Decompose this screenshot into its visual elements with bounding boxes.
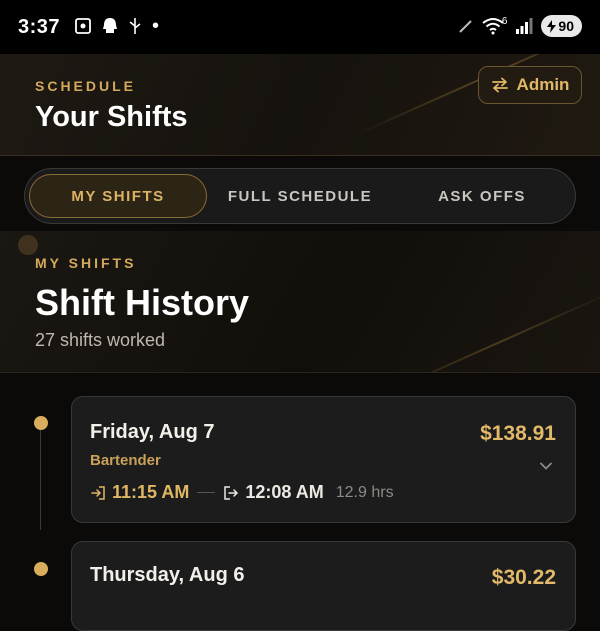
shift-amount: $30.22 <box>491 566 556 589</box>
shift-card[interactable]: Friday, Aug 7 Bartender $138.91 11:15 AM… <box>71 396 576 523</box>
clock-in-icon <box>91 485 105 500</box>
signal-icon <box>516 18 533 34</box>
segmented-tabs: MY SHIFTS FULL SCHEDULE ASK OFFS <box>24 168 576 224</box>
admin-label: Admin <box>516 75 570 94</box>
shift-history-header: MY SHIFTS Shift History 27 shifts worked <box>0 231 600 373</box>
shift-role: Bartender <box>90 452 161 469</box>
history-eyebrow: MY SHIFTS <box>35 255 137 271</box>
shift-card[interactable]: Thursday, Aug 6 $30.22 <box>71 541 576 631</box>
charging-bolt-icon <box>547 19 557 33</box>
clock-in-time: 11:15 AM <box>112 482 190 502</box>
admin-button[interactable]: Admin <box>478 66 582 104</box>
shift-amount: $138.91 <box>480 422 556 445</box>
ghost-icon <box>103 18 117 33</box>
usb-icon <box>129 18 141 34</box>
dot-icon: • <box>152 15 160 37</box>
pen-icon <box>459 20 472 33</box>
clock-out-time: 12:08 AM <box>245 482 324 502</box>
shift-count: 27 shifts worked <box>35 330 166 350</box>
status-time: 3:37 <box>18 16 61 38</box>
timeline-dot <box>34 562 48 576</box>
page-title: Your Shifts <box>35 101 188 133</box>
network-badge: 6 <box>501 15 508 27</box>
shift-date: Thursday, Aug 6 <box>90 564 245 586</box>
chevron-down-icon[interactable] <box>539 459 553 473</box>
tab-full-schedule[interactable]: FULL SCHEDULE <box>215 174 385 218</box>
timeline-line <box>40 424 41 530</box>
battery-indicator: 90 <box>541 15 582 37</box>
schedule-header: SCHEDULE Your Shifts Admin <box>0 54 600 156</box>
clock-out-icon <box>224 485 239 500</box>
tab-ask-offs[interactable]: ASK OFFS <box>395 174 569 218</box>
shift-date: Friday, Aug 7 <box>90 421 215 443</box>
battery-level: 90 <box>558 18 574 34</box>
swap-icon <box>491 77 508 93</box>
wifi-icon <box>482 18 504 35</box>
screenshot-icon <box>75 18 91 34</box>
section-title: Shift History <box>35 282 250 323</box>
timeline-dot <box>34 416 48 430</box>
shift-hours: 12.9 hrs <box>335 483 394 501</box>
tab-my-shifts[interactable]: MY SHIFTS <box>29 174 207 218</box>
status-system-icons: 6 90 <box>458 15 582 37</box>
header-eyebrow: SCHEDULE <box>35 78 137 94</box>
status-notification-icons: • <box>74 15 160 37</box>
status-bar: 3:37 • 6 90 <box>0 0 600 54</box>
shift-time-row: 11:15 AM 12:08 AM 12.9 hrs <box>90 482 394 503</box>
